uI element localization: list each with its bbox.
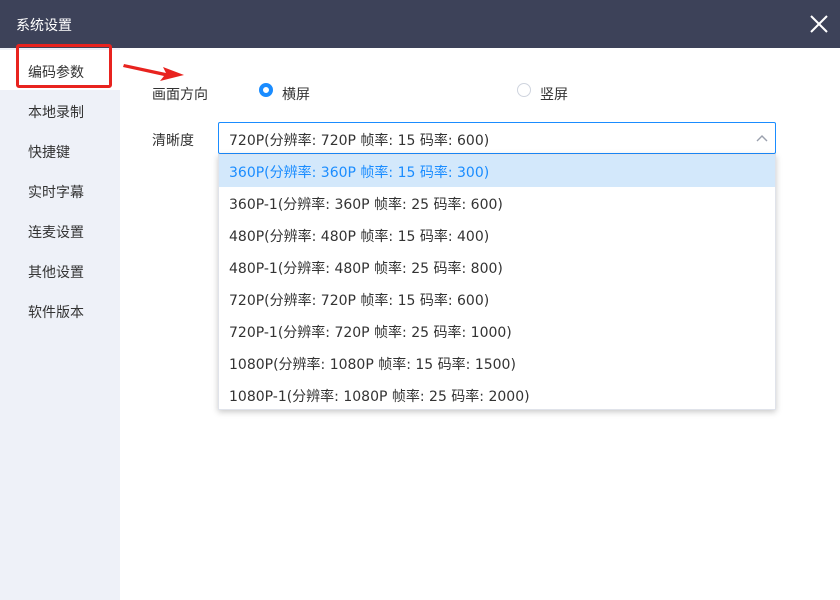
resolution-option[interactable]: 1080P-1(分辨率: 1080P 帧率: 25 码率: 2000) — [219, 379, 775, 411]
sidebar-item-version[interactable]: 软件版本 — [0, 290, 120, 330]
sidebar-item-shortcuts[interactable]: 快捷键 — [0, 130, 120, 170]
sidebar-item-local-recording[interactable]: 本地录制 — [0, 90, 120, 130]
resolution-option[interactable]: 720P(分辨率: 720P 帧率: 15 码率: 600) — [219, 283, 775, 315]
title-bar: 系统设置 — [0, 0, 840, 48]
resolution-select[interactable]: 720P(分辨率: 720P 帧率: 15 码率: 600) — [218, 122, 776, 154]
sidebar-item-other-settings[interactable]: 其他设置 — [0, 250, 120, 290]
orientation-label: 画面方向 — [152, 87, 208, 103]
resolution-option-label: 480P-1(分辨率: 480P 帧率: 25 码率: 800) — [229, 261, 503, 277]
sidebar-item-label: 实时字幕 — [28, 185, 84, 201]
resolution-dropdown: 360P(分辨率: 360P 帧率: 15 码率: 300) 360P-1(分辨… — [218, 154, 776, 410]
resolution-option[interactable]: 360P-1(分辨率: 360P 帧率: 25 码率: 600) — [219, 187, 775, 219]
resolution-option-label: 360P(分辨率: 360P 帧率: 15 码率: 300) — [229, 165, 490, 181]
sidebar-item-label: 编码参数 — [28, 65, 84, 81]
close-icon[interactable] — [806, 11, 832, 37]
window-title: 系统设置 — [16, 18, 72, 34]
resolution-option-label: 720P(分辨率: 720P 帧率: 15 码率: 600) — [229, 293, 490, 309]
resolution-option-label: 720P-1(分辨率: 720P 帧率: 25 码率: 1000) — [229, 325, 512, 341]
sidebar-item-label: 本地录制 — [28, 105, 84, 121]
resolution-option-label: 1080P-1(分辨率: 1080P 帧率: 25 码率: 2000) — [229, 389, 530, 405]
resolution-option-label: 480P(分辨率: 480P 帧率: 15 码率: 400) — [229, 229, 490, 245]
landscape-radio[interactable] — [259, 83, 273, 97]
settings-window: 系统设置 编码参数 本地录制 快捷键 实时字幕 连麦设置 其他设置 软件版本 画… — [0, 0, 840, 600]
portrait-radio[interactable] — [517, 83, 531, 97]
arrow-right-icon — [123, 64, 184, 81]
resolution-option[interactable]: 360P(分辨率: 360P 帧率: 15 码率: 300) — [219, 155, 775, 187]
chevron-up-icon — [756, 135, 768, 142]
resolution-option[interactable]: 480P-1(分辨率: 480P 帧率: 25 码率: 800) — [219, 251, 775, 283]
landscape-radio-label[interactable]: 横屏 — [282, 84, 310, 104]
sidebar-item-label: 快捷键 — [28, 145, 70, 161]
sidebar-item-label: 其他设置 — [28, 265, 84, 281]
sidebar-item-label: 连麦设置 — [28, 225, 84, 241]
resolution-select-value: 720P(分辨率: 720P 帧率: 15 码率: 600) — [229, 133, 490, 149]
resolution-option[interactable]: 1080P(分辨率: 1080P 帧率: 15 码率: 1500) — [219, 347, 775, 379]
sidebar-item-live-captions[interactable]: 实时字幕 — [0, 170, 120, 210]
resolution-option[interactable]: 720P-1(分辨率: 720P 帧率: 25 码率: 1000) — [219, 315, 775, 347]
sidebar-item-label: 软件版本 — [28, 305, 84, 321]
sidebar-item-co-host[interactable]: 连麦设置 — [0, 210, 120, 250]
sidebar: 编码参数 本地录制 快捷键 实时字幕 连麦设置 其他设置 软件版本 — [0, 48, 120, 600]
resolution-option[interactable]: 480P(分辨率: 480P 帧率: 15 码率: 400) — [219, 219, 775, 251]
resolution-option-label: 1080P(分辨率: 1080P 帧率: 15 码率: 1500) — [229, 357, 516, 373]
sidebar-item-encoding[interactable]: 编码参数 — [0, 50, 120, 90]
resolution-option-label: 360P-1(分辨率: 360P 帧率: 25 码率: 600) — [229, 197, 503, 213]
portrait-radio-label[interactable]: 竖屏 — [540, 84, 568, 104]
resolution-label: 清晰度 — [152, 133, 194, 149]
